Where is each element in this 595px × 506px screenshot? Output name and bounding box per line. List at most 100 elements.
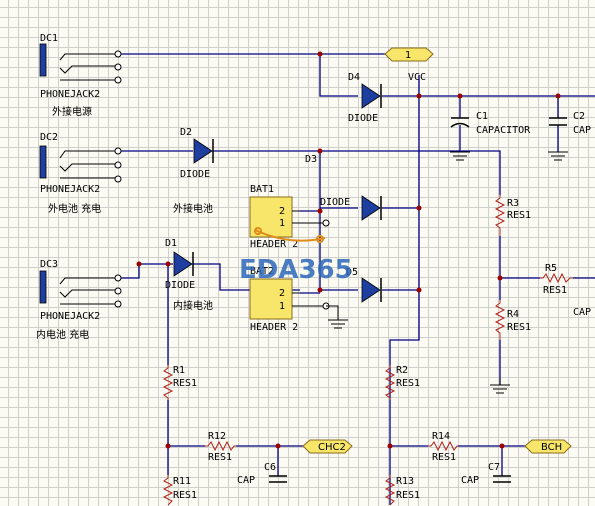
jack-body — [39, 270, 47, 304]
r13-part: RES1 — [396, 490, 420, 501]
schematic-drawing: DC1 PHONEJACK2 外接电源 DC2 PHONEJACK2 外电池 充… — [36, 33, 595, 506]
junction-dot — [165, 261, 171, 267]
resistor-zigzag — [162, 475, 174, 506]
bat2-part: HEADER 2 — [250, 322, 298, 333]
bat1-ref: BAT1 — [250, 184, 274, 195]
d4-part: DIODE — [348, 113, 378, 124]
wire-dc3[interactable] — [120, 263, 173, 279]
r4-part: RES1 — [507, 322, 531, 333]
resistor-zigzag — [162, 365, 174, 400]
r11-part: RES1 — [173, 490, 197, 501]
junction-dot — [497, 275, 503, 281]
port-1-label: 1 — [405, 50, 411, 61]
junction-dot — [165, 443, 171, 449]
r4-ref: R4 — [507, 309, 519, 320]
dc2-part: PHONEJACK2 — [40, 184, 100, 195]
r5-part: RES1 — [543, 285, 567, 296]
resistor-r14[interactable]: R14 RES1 — [428, 431, 458, 463]
pin-circle[interactable] — [114, 63, 122, 71]
d2-part: DIODE — [180, 169, 210, 180]
r2-ref: R2 — [396, 365, 408, 376]
phonejack-dc1[interactable]: DC1 PHONEJACK2 外接电源 — [39, 33, 122, 118]
r2-part: RES1 — [396, 378, 420, 389]
junction-dot — [499, 443, 505, 449]
pin-circle[interactable] — [114, 147, 122, 155]
diode-d3[interactable]: D3 DIODE — [305, 154, 382, 221]
bat2-pin2: 2 — [279, 288, 285, 299]
junction-dot — [317, 208, 323, 214]
c6-ref: C6 — [264, 462, 276, 473]
junction-dot — [317, 287, 323, 293]
dc3-ref: DC3 — [40, 259, 58, 270]
diode-body — [193, 138, 213, 164]
r3-part: RES1 — [507, 210, 531, 221]
capacitor-c2[interactable]: C2 CAP — [549, 111, 591, 136]
resistor-zigzag — [494, 300, 506, 340]
resistor-r12[interactable]: R12 RES1 — [205, 431, 236, 463]
diode-d4[interactable]: D4 DIODE — [348, 72, 382, 124]
capacitor-c1[interactable]: C1 CAPACITOR — [450, 111, 531, 136]
diode-body — [361, 195, 381, 221]
junction-dot — [457, 93, 463, 99]
resistor-zigzag — [494, 195, 506, 236]
pin-circle[interactable] — [114, 287, 122, 295]
jack-contacts — [59, 277, 116, 305]
diode-body — [173, 251, 193, 277]
r14-part: RES1 — [432, 452, 456, 463]
header-bat1[interactable]: 2 1 BAT1 HEADER 2 外接电池 — [173, 184, 326, 250]
jack-body — [39, 43, 47, 77]
resistor-r11[interactable]: R11 RES1 — [162, 475, 197, 506]
port-1[interactable]: 1 — [384, 47, 434, 62]
junction-dot — [416, 93, 422, 99]
pin-circle[interactable] — [114, 161, 122, 169]
dc2-ref: DC2 — [40, 132, 58, 143]
wire-vcc-bus[interactable] — [389, 96, 420, 505]
pin-circle[interactable] — [114, 300, 122, 308]
bat2-pin1: 1 — [279, 301, 285, 312]
dc2-note: 外电池 充电 — [48, 202, 101, 215]
phonejack-dc3[interactable]: DC3 PHONEJACK2 内电池 充电 — [36, 259, 122, 341]
d1-ref: D1 — [165, 238, 177, 249]
pin-circle[interactable] — [114, 175, 122, 183]
resistor-r2[interactable]: R2 RES1 — [384, 365, 420, 400]
c6-part: CAP — [237, 475, 255, 486]
phonejack-dc2[interactable]: DC2 PHONEJACK2 外电池 充电 — [39, 132, 122, 215]
capacitor-c6[interactable]: C6 CAP — [237, 462, 287, 486]
capacitor-c7[interactable]: C7 CAP — [461, 462, 511, 486]
resistor-r1[interactable]: R1 RES1 — [162, 365, 197, 400]
ground-symbols — [326, 151, 568, 394]
watermark-logo: EDA365 — [239, 255, 353, 285]
ground-icon — [548, 151, 568, 161]
jack-contacts — [59, 150, 116, 179]
resistor-r13[interactable]: R13 RES1 — [384, 475, 420, 506]
resistor-zigzag — [428, 440, 458, 452]
r12-ref: R12 — [208, 431, 226, 442]
pin-circle[interactable] — [114, 50, 122, 58]
diode-d2[interactable]: D2 DIODE — [180, 127, 214, 180]
c7-part: CAP — [461, 475, 479, 486]
resistor-r5[interactable]: R5 RES1 — [540, 263, 573, 296]
r1-part: RES1 — [173, 378, 197, 389]
open-pin-circle[interactable] — [322, 219, 330, 227]
pin-circle[interactable] — [114, 274, 122, 282]
port-bch[interactable]: BCH — [524, 439, 572, 454]
port-chc2[interactable]: CHC2 — [302, 439, 353, 454]
junction-dot — [317, 51, 323, 57]
resistor-r4[interactable]: R4 RES1 — [494, 300, 531, 340]
junction-dot — [136, 261, 142, 267]
diode-body — [361, 277, 381, 303]
jack-body — [39, 145, 47, 179]
ground-icon — [450, 151, 470, 161]
port-chc2-label: CHC2 — [318, 442, 346, 453]
r14-ref: R14 — [432, 431, 450, 442]
c1-part: CAPACITOR — [476, 125, 531, 136]
r5-ref: R5 — [545, 263, 557, 274]
pin-circle[interactable] — [114, 76, 122, 84]
ground-icon — [490, 378, 510, 394]
r11-ref: R11 — [173, 476, 191, 487]
r3-ref: R3 — [507, 198, 519, 209]
junction-dot — [275, 443, 281, 449]
resistor-zigzag — [205, 440, 236, 452]
schematic-sheet[interactable]: DC1 PHONEJACK2 外接电源 DC2 PHONEJACK2 外电池 充… — [0, 0, 595, 506]
resistor-r3[interactable]: R3 RES1 — [494, 195, 531, 275]
